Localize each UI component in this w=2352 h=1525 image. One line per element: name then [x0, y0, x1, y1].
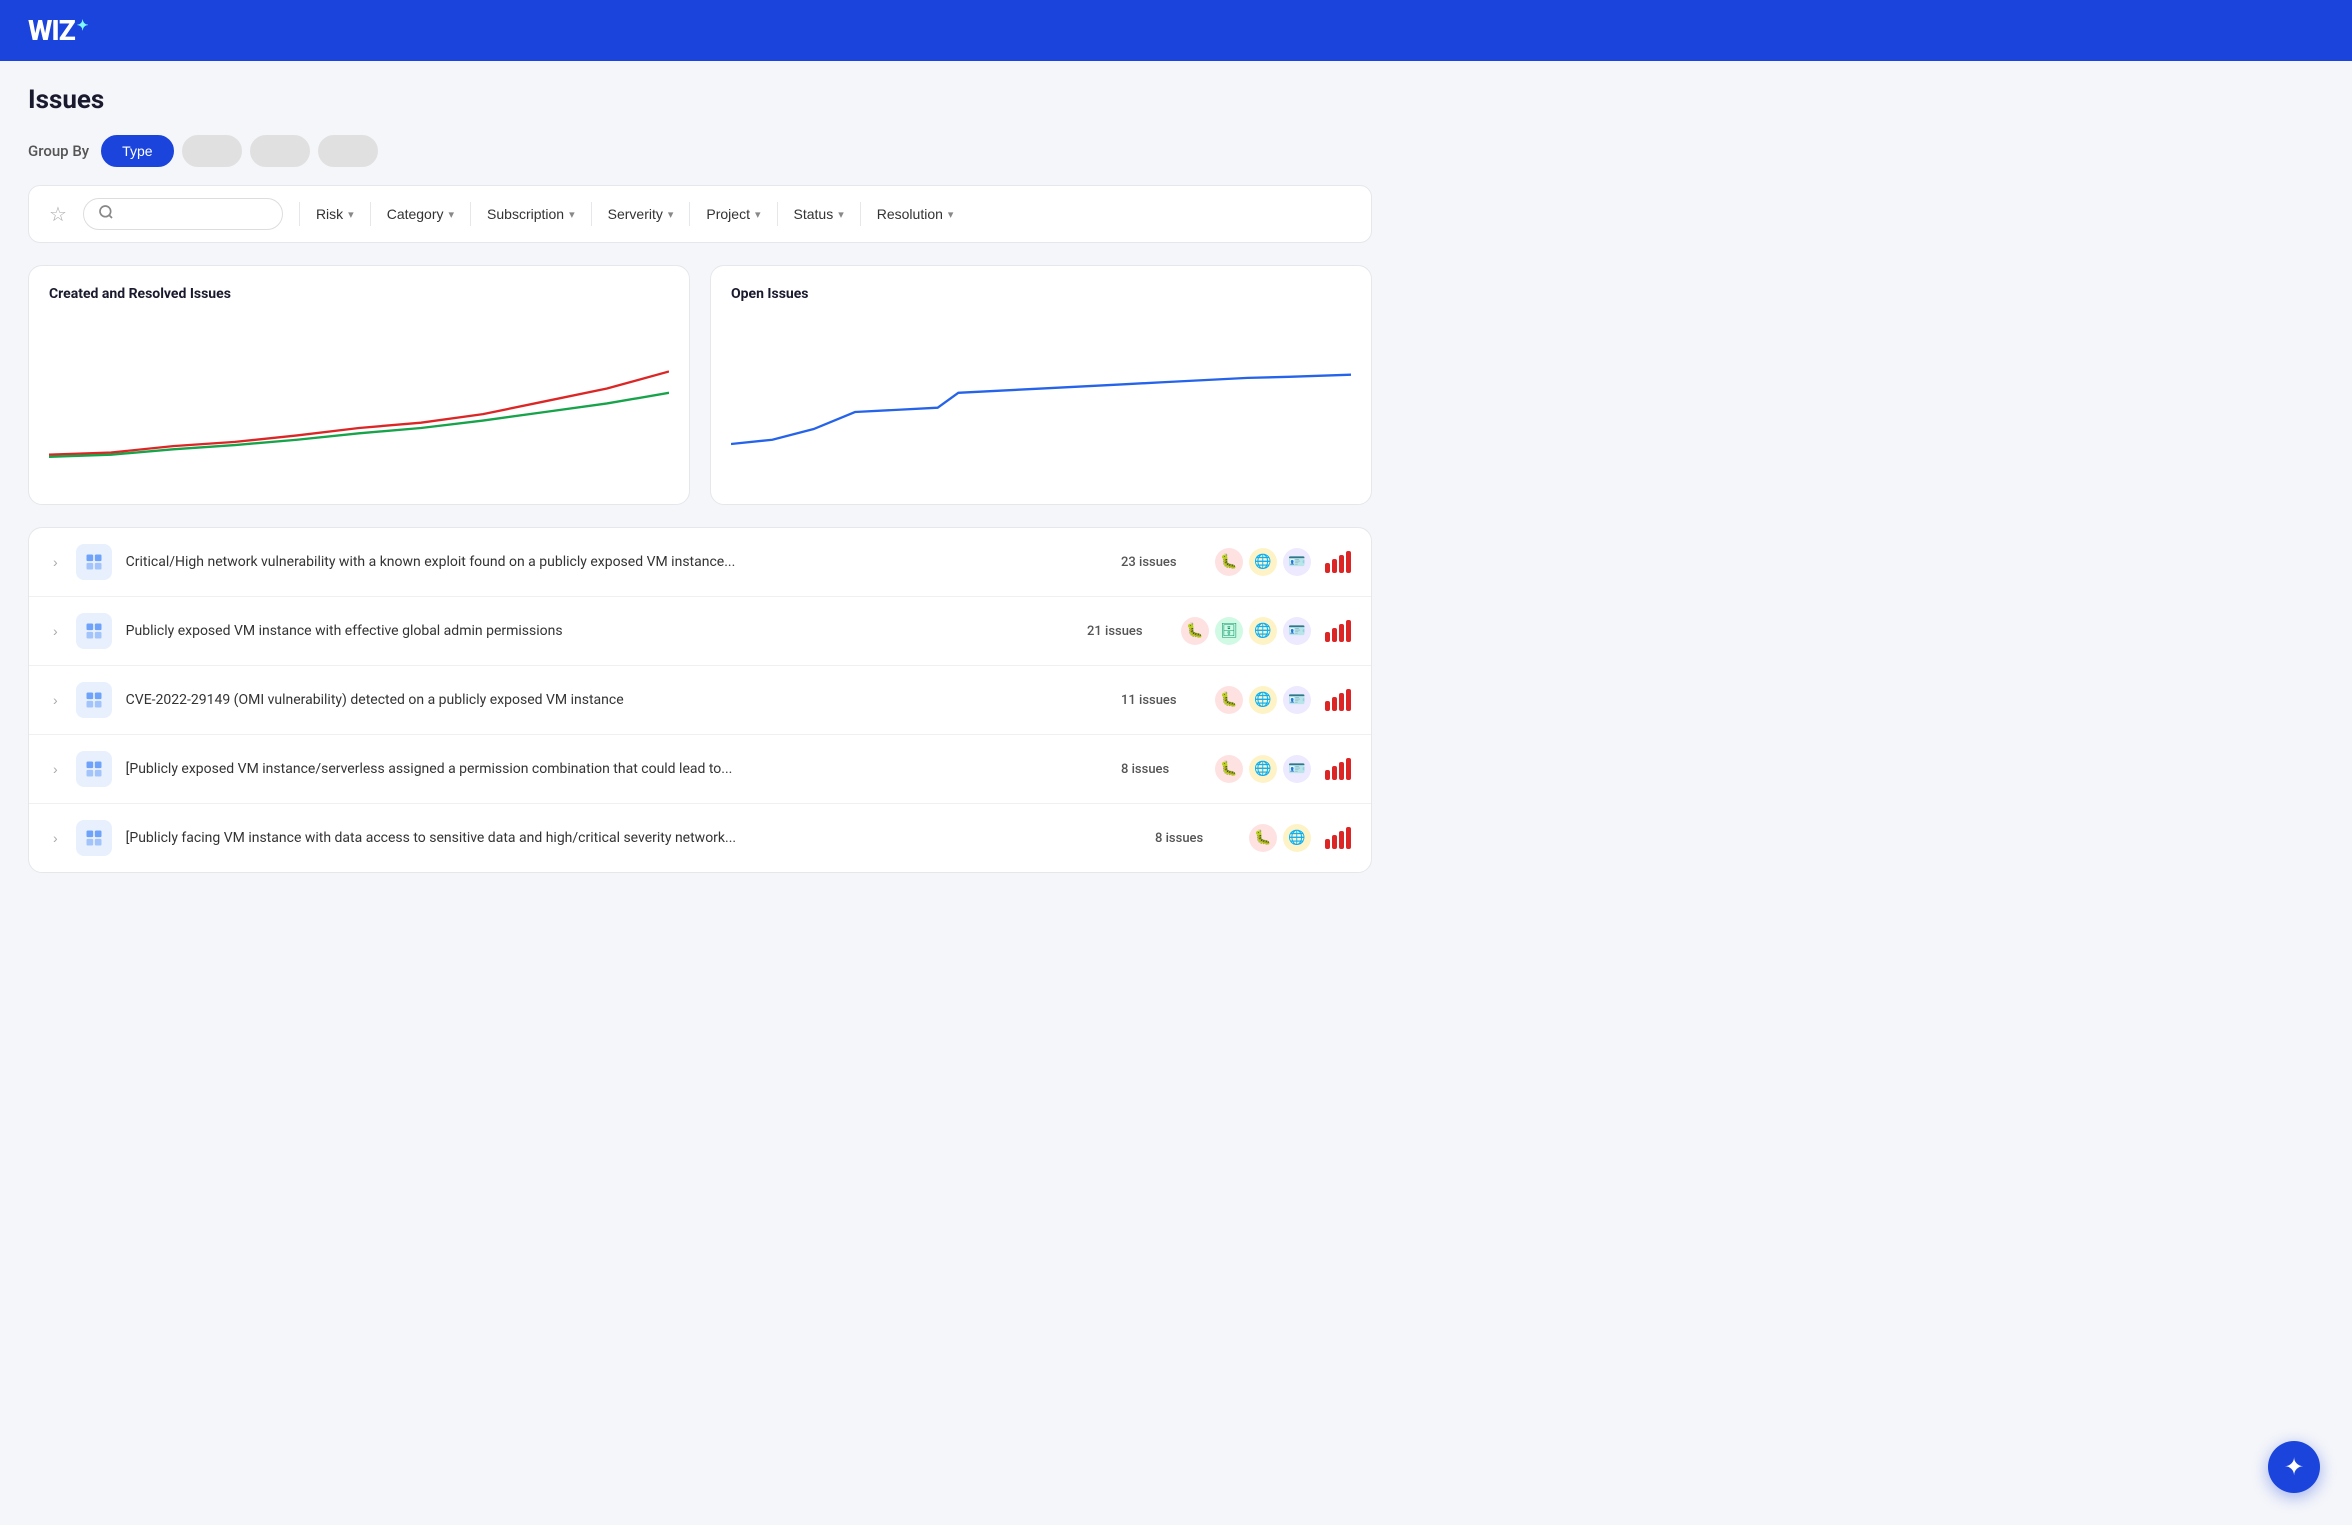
bug-icon: 🐛 — [1249, 824, 1277, 852]
chart-right-svg — [731, 316, 1351, 476]
expand-button[interactable]: › — [49, 759, 62, 779]
filter-divider-4 — [591, 202, 592, 226]
group-by-label: Group By — [28, 142, 89, 160]
issue-type-icon — [76, 682, 112, 718]
table-row: › CVE-2022-29149 (OMI vulnerability) det… — [29, 666, 1371, 735]
page-title: Issues — [28, 85, 1372, 115]
issue-tags: 🐛 🌐 🪪 — [1215, 548, 1311, 576]
chart-left-title: Created and Resolved Issues — [49, 286, 669, 302]
filter-divider-6 — [777, 202, 778, 226]
issue-count: 8 issues — [1121, 762, 1201, 777]
group-btn-type[interactable]: Type — [101, 135, 173, 167]
globe-icon: 🌐 — [1249, 617, 1277, 645]
chevron-down-icon: ▾ — [569, 208, 575, 221]
expand-button[interactable]: › — [49, 621, 62, 641]
id-icon: 🪪 — [1283, 617, 1311, 645]
group-btn-2[interactable] — [182, 135, 242, 167]
filter-project[interactable]: Project ▾ — [706, 206, 760, 222]
filter-category[interactable]: Category ▾ — [387, 206, 454, 222]
filter-resolution[interactable]: Resolution ▾ — [877, 206, 954, 222]
issue-type-icon — [76, 820, 112, 856]
issue-tags: 🐛 🗄 🌐 🪪 — [1181, 617, 1311, 645]
header: WIZ✦ — [0, 0, 2352, 61]
group-btn-4[interactable] — [318, 135, 378, 167]
filter-divider-5 — [689, 202, 690, 226]
db-icon: 🗄 — [1215, 617, 1243, 645]
chevron-down-icon: ▾ — [838, 208, 844, 221]
favorite-button[interactable]: ☆ — [49, 202, 67, 227]
table-row: › [Publicly exposed VM instance/serverle… — [29, 735, 1371, 804]
issue-description: [Publicly exposed VM instance/serverless… — [126, 761, 1107, 777]
issue-count: 11 issues — [1121, 693, 1201, 708]
issue-description: CVE-2022-29149 (OMI vulnerability) detec… — [126, 692, 1107, 708]
globe-icon: 🌐 — [1249, 755, 1277, 783]
filter-severity[interactable]: Serverity ▾ — [608, 206, 674, 222]
globe-icon: 🌐 — [1249, 686, 1277, 714]
issue-count: 21 issues — [1087, 624, 1167, 639]
bug-icon: 🐛 — [1215, 686, 1243, 714]
filter-divider-7 — [860, 202, 861, 226]
id-icon: 🪪 — [1283, 548, 1311, 576]
group-btn-3[interactable] — [250, 135, 310, 167]
bug-icon: 🐛 — [1215, 548, 1243, 576]
expand-button[interactable]: › — [49, 828, 62, 848]
issue-description: Critical/High network vulnerability with… — [126, 554, 1107, 570]
issue-count: 8 issues — [1155, 831, 1235, 846]
id-icon: 🪪 — [1283, 755, 1311, 783]
charts-row: Created and Resolved Issues Open Issues — [28, 265, 1372, 505]
logo-star-icon: ✦ — [77, 18, 88, 34]
severity-bars — [1325, 758, 1351, 780]
logo: WIZ✦ — [28, 14, 88, 47]
group-by-bar: Group By Type — [28, 135, 1372, 167]
issue-tags: 🐛 🌐 🪪 — [1215, 755, 1311, 783]
fab-button[interactable]: ✦ — [2268, 1441, 2320, 1493]
severity-bars — [1325, 551, 1351, 573]
severity-bars — [1325, 827, 1351, 849]
issue-count: 23 issues — [1121, 555, 1201, 570]
filter-bar: ☆ Risk ▾ Category ▾ Subscription ▾ Serve… — [28, 185, 1372, 243]
filter-divider-3 — [470, 202, 471, 226]
issue-type-icon — [76, 544, 112, 580]
fab-icon: ✦ — [2284, 1453, 2304, 1482]
filter-divider — [299, 202, 300, 226]
logo-text: WIZ — [28, 14, 75, 47]
chart-created-resolved: Created and Resolved Issues — [28, 265, 690, 505]
chevron-down-icon: ▾ — [948, 208, 954, 221]
bug-icon: 🐛 — [1215, 755, 1243, 783]
search-icon — [98, 204, 114, 224]
issue-type-icon — [76, 751, 112, 787]
table-row: › Publicly exposed VM instance with effe… — [29, 597, 1371, 666]
chevron-down-icon: ▾ — [449, 208, 455, 221]
search-input[interactable] — [122, 206, 262, 222]
issue-description: Publicly exposed VM instance with effect… — [126, 623, 1073, 639]
expand-button[interactable]: › — [49, 552, 62, 572]
chart-open-issues: Open Issues — [710, 265, 1372, 505]
chevron-down-icon: ▾ — [668, 208, 674, 221]
chart-left-svg — [49, 316, 669, 476]
chart-right-title: Open Issues — [731, 286, 1351, 302]
globe-icon: 🌐 — [1283, 824, 1311, 852]
filter-risk[interactable]: Risk ▾ — [316, 206, 354, 222]
id-icon: 🪪 — [1283, 686, 1311, 714]
issue-tags: 🐛 🌐 🪪 — [1215, 686, 1311, 714]
table-row: › Critical/High network vulnerability wi… — [29, 528, 1371, 597]
issues-list: › Critical/High network vulnerability wi… — [28, 527, 1372, 873]
severity-bars — [1325, 689, 1351, 711]
severity-bars — [1325, 620, 1351, 642]
issue-type-icon — [76, 613, 112, 649]
issue-tags: 🐛 🌐 — [1249, 824, 1311, 852]
issue-description: [Publicly facing VM instance with data a… — [126, 830, 1141, 846]
globe-icon: 🌐 — [1249, 548, 1277, 576]
search-container — [83, 198, 283, 230]
filter-divider-2 — [370, 202, 371, 226]
filter-status[interactable]: Status ▾ — [794, 206, 844, 222]
filter-subscription[interactable]: Subscription ▾ — [487, 206, 575, 222]
bug-icon: 🐛 — [1181, 617, 1209, 645]
main-content: Issues Group By Type ☆ Risk ▾ Category ▾ — [0, 61, 1400, 897]
chevron-down-icon: ▾ — [755, 208, 761, 221]
table-row: › [Publicly facing VM instance with data… — [29, 804, 1371, 872]
chevron-down-icon: ▾ — [348, 208, 354, 221]
expand-button[interactable]: › — [49, 690, 62, 710]
